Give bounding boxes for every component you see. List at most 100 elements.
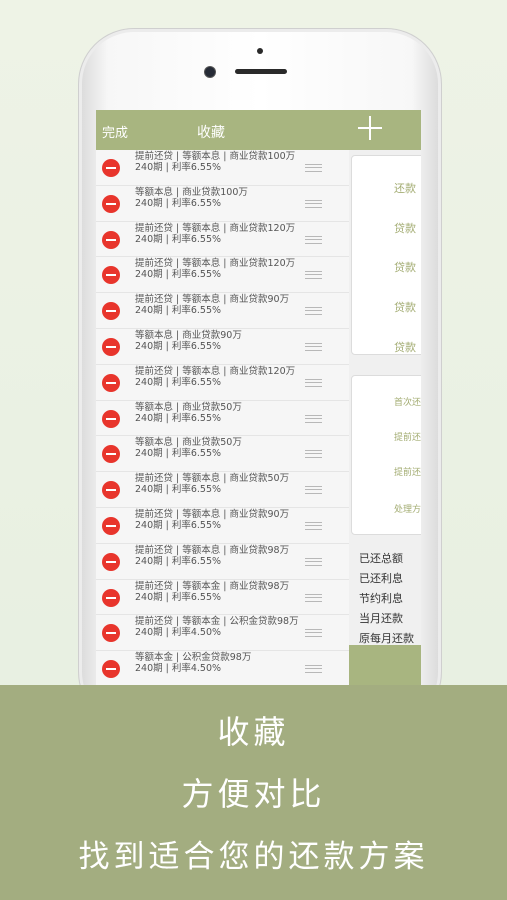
- detail-pane: 还款 贷款 贷款 贷款 贷款 首次还 提前还 提前还 处理方 已还总额 已还利息…: [349, 150, 421, 690]
- list-item[interactable]: 等额本息 | 商业贷款90万 240期 | 利率6.55%: [96, 329, 349, 365]
- reorder-icon[interactable]: [305, 450, 322, 459]
- list-item-text: 等额本息 | 商业贷款50万 240期 | 利率6.55%: [135, 437, 300, 459]
- delete-icon[interactable]: [102, 266, 120, 285]
- list-item[interactable]: 等额本金 | 公积金贷款98万 240期 | 利率4.50%: [96, 651, 349, 687]
- summary-label: 当月还款: [359, 612, 403, 625]
- list-item[interactable]: 提前还贷 | 等额本息 | 商业贷款90万 240期 | 利率6.55%: [96, 508, 349, 544]
- list-item-title: 提前还贷 | 等额本息 | 商业贷款120万: [135, 258, 296, 270]
- reorder-icon[interactable]: [305, 521, 322, 530]
- list-item-text: 等额本息 | 商业贷款90万 240期 | 利率6.55%: [135, 330, 300, 352]
- reorder-icon[interactable]: [305, 629, 322, 638]
- promo-banner: 收藏 方便对比 找到适合您的还款方案: [0, 685, 507, 900]
- favorites-list: 提前还贷 | 等额本息 | 商业贷款100万 240期 | 利率6.55% 等额…: [96, 150, 349, 690]
- delete-icon[interactable]: [102, 445, 120, 464]
- list-item[interactable]: 提前还贷 | 等额本息 | 商业贷款120万 240期 | 利率6.55%: [96, 222, 349, 258]
- card-label: 贷款: [394, 341, 416, 354]
- list-item[interactable]: 提前还贷 | 等额本息 | 商业贷款50万 240期 | 利率6.55%: [96, 472, 349, 508]
- list-item[interactable]: 等额本息 | 商业贷款50万 240期 | 利率6.55%: [96, 401, 349, 437]
- list-item-subtitle: 240期 | 利率6.55%: [135, 305, 222, 317]
- delete-icon[interactable]: [102, 159, 120, 177]
- list-item[interactable]: 提前还贷 | 等额本金 | 商业贷款98万 240期 | 利率6.55%: [96, 580, 349, 616]
- delete-icon[interactable]: [102, 588, 120, 607]
- list-item[interactable]: 提前还贷 | 等额本息 | 商业贷款90万 240期 | 利率6.55%: [96, 293, 349, 329]
- list-item[interactable]: 提前还贷 | 等额本息 | 商业贷款120万 240期 | 利率6.55%: [96, 257, 349, 294]
- reorder-icon[interactable]: [305, 665, 322, 674]
- list-item[interactable]: 提前还贷 | 等额本息 | 商业贷款98万 240期 | 利率6.55%: [96, 544, 349, 580]
- banner-line: 找到适合您的还款方案: [78, 839, 429, 875]
- prepay-info-card: 首次还 提前还 提前还 处理方: [351, 375, 421, 535]
- reorder-icon[interactable]: [305, 342, 322, 351]
- list-item[interactable]: 提前还贷 | 等额本金 | 公积金贷款98万 240期 | 利率4.50%: [96, 615, 349, 652]
- list-item-title: 提前还贷 | 等额本息 | 商业贷款98万: [135, 544, 290, 556]
- list-item-subtitle: 240期 | 利率6.55%: [135, 591, 222, 603]
- list-item-subtitle: 240期 | 利率6.55%: [135, 448, 222, 460]
- app-screen: 完成 收藏 提前还贷 | 等额本息 | 商业贷款100万 240期 | 利率6.…: [96, 110, 421, 690]
- list-item-title: 提前还贷 | 等额本金 | 商业贷款98万: [135, 580, 290, 592]
- done-button[interactable]: 完成: [102, 122, 128, 141]
- delete-icon[interactable]: [102, 660, 120, 679]
- delete-icon[interactable]: [102, 230, 120, 249]
- loan-info-card: 还款 贷款 贷款 贷款 贷款: [351, 155, 421, 355]
- plus-icon[interactable]: [358, 116, 382, 140]
- reorder-icon[interactable]: [305, 378, 322, 387]
- list-item-title: 等额本息 | 商业贷款50万: [135, 401, 242, 413]
- list-item-subtitle: 240期 | 利率4.50%: [135, 627, 222, 639]
- list-item-title: 提前还贷 | 等额本息 | 商业贷款90万: [135, 508, 290, 520]
- delete-icon[interactable]: [102, 302, 120, 321]
- summary-label: 已还总额: [359, 552, 403, 565]
- card-label: 提前还: [394, 468, 421, 478]
- list-item-title: 提前还贷 | 等额本息 | 商业贷款120万: [135, 365, 296, 377]
- list-item-text: 等额本息 | 商业贷款50万 240期 | 利率6.55%: [135, 402, 300, 424]
- reorder-icon[interactable]: [305, 557, 322, 566]
- page-title: 收藏: [197, 125, 225, 141]
- list-item-title: 提前还贷 | 等额本息 | 商业贷款100万: [135, 151, 296, 162]
- list-item-subtitle: 240期 | 利率6.55%: [135, 340, 222, 352]
- list-item-subtitle: 240期 | 利率6.55%: [135, 519, 222, 531]
- list-item-title: 提前还贷 | 等额本息 | 商业贷款50万: [135, 473, 290, 485]
- card-label: 还款: [394, 182, 416, 195]
- list-item-title: 等额本金 | 公积金贷款98万: [135, 652, 252, 664]
- delete-icon[interactable]: [102, 516, 120, 535]
- card-label: 贷款: [394, 301, 416, 314]
- delete-icon[interactable]: [102, 481, 120, 500]
- card-label: 贷款: [394, 261, 416, 274]
- list-item-text: 提前还贷 | 等额本金 | 商业贷款98万 240期 | 利率6.55%: [135, 581, 300, 603]
- delete-icon[interactable]: [102, 624, 120, 643]
- reorder-icon[interactable]: [305, 307, 322, 316]
- list-item[interactable]: 等额本息 | 商业贷款100万 240期 | 利率6.55%: [96, 186, 349, 222]
- delete-icon[interactable]: [102, 337, 120, 356]
- list-item-subtitle: 240期 | 利率6.55%: [135, 412, 222, 424]
- card-label: 贷款: [394, 222, 416, 235]
- reorder-icon[interactable]: [305, 164, 322, 172]
- action-button[interactable]: [349, 645, 421, 690]
- reorder-icon[interactable]: [305, 593, 322, 602]
- list-item[interactable]: 提前还贷 | 等额本息 | 商业贷款120万 240期 | 利率6.55%: [96, 365, 349, 401]
- banner-line: 方便对比: [181, 775, 326, 813]
- card-label: 首次还: [394, 398, 421, 408]
- list-item-subtitle: 240期 | 利率6.55%: [135, 376, 222, 388]
- list-item-subtitle: 240期 | 利率6.55%: [135, 197, 222, 209]
- list-item-title: 提前还贷 | 等额本息 | 商业贷款90万: [135, 294, 290, 306]
- reorder-icon[interactable]: [305, 235, 322, 244]
- delete-icon[interactable]: [102, 552, 120, 571]
- list-item-text: 提前还贷 | 等额本息 | 商业贷款50万 240期 | 利率6.55%: [135, 473, 300, 495]
- list-item-title: 提前还贷 | 等额本金 | 公积金贷款98万: [135, 616, 299, 628]
- camera-icon: [205, 67, 215, 77]
- delete-icon[interactable]: [102, 409, 120, 428]
- delete-icon[interactable]: [102, 373, 120, 392]
- list-item-text: 等额本金 | 公积金贷款98万 240期 | 利率4.50%: [135, 652, 300, 674]
- speaker-icon: [235, 69, 287, 74]
- list-item-title: 等额本息 | 商业贷款100万: [135, 186, 248, 198]
- list-item-text: 提前还贷 | 等额本息 | 商业贷款90万 240期 | 利率6.55%: [135, 509, 300, 531]
- reorder-icon[interactable]: [305, 271, 322, 280]
- summary-label: 节约利息: [359, 592, 403, 605]
- list-item-text: 提前还贷 | 等额本息 | 商业贷款120万 240期 | 利率6.55%: [135, 223, 300, 245]
- summary-label: 已还利息: [359, 572, 403, 585]
- list-item[interactable]: 等额本息 | 商业贷款50万 240期 | 利率6.55%: [96, 436, 349, 473]
- list-item[interactable]: 提前还贷 | 等额本息 | 商业贷款100万 240期 | 利率6.55%: [96, 150, 349, 186]
- reorder-icon[interactable]: [305, 486, 322, 495]
- delete-icon[interactable]: [102, 194, 120, 213]
- reorder-icon[interactable]: [305, 199, 322, 208]
- reorder-icon[interactable]: [305, 414, 322, 423]
- summary-label: 原每月还款: [359, 632, 414, 645]
